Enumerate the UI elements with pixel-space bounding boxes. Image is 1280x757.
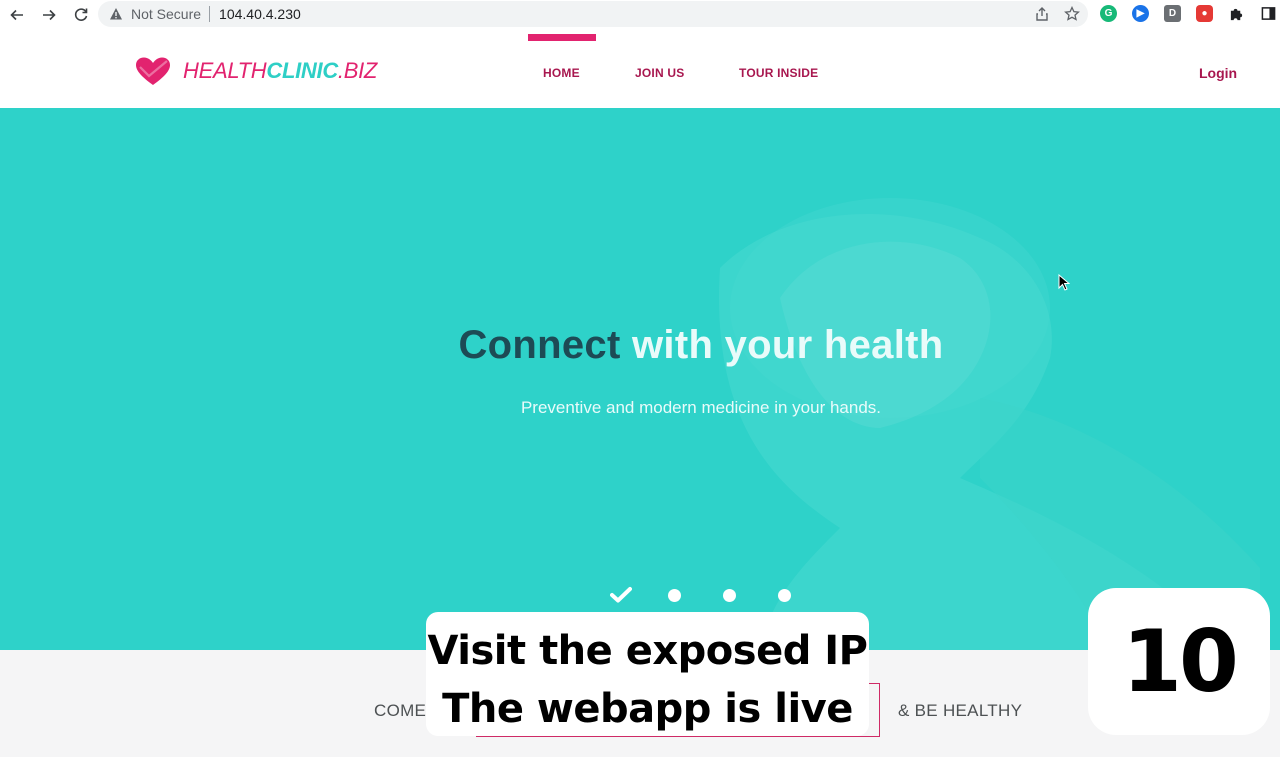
- grammarly-icon[interactable]: G: [1100, 5, 1117, 22]
- security-label[interactable]: Not Secure: [131, 6, 201, 22]
- caption-line-1: Visit the exposed IP: [427, 628, 868, 674]
- address-bar[interactable]: Not Secure 104.40.4.230: [98, 1, 1088, 27]
- step-number-badge: 10: [1088, 588, 1270, 735]
- nav-active-indicator: [528, 34, 596, 41]
- slide-3-dot[interactable]: [723, 588, 736, 602]
- back-icon[interactable]: [6, 4, 28, 26]
- nav-tour-inside[interactable]: TOUR INSIDE: [739, 66, 818, 80]
- strip-text-right: & BE HEALTHY: [898, 701, 1023, 720]
- hero-title: Connect with your health: [0, 323, 1280, 368]
- video-caption: Visit the exposed IP The webapp is live: [426, 612, 869, 736]
- logo-text: HEALTHCLINIC.BIZ: [183, 58, 377, 84]
- hero-subtitle: Preventive and modern medicine in your h…: [520, 398, 882, 417]
- warning-icon: [109, 7, 123, 21]
- reload-icon[interactable]: [70, 4, 92, 26]
- hero-title-rest: with your health: [632, 323, 944, 367]
- url-text[interactable]: 104.40.4.230: [219, 6, 301, 22]
- logo-text-biz: .BIZ: [337, 58, 378, 83]
- hero-slider: Connect with your health Preventive and …: [0, 108, 1280, 650]
- nav-home[interactable]: HOME: [543, 66, 580, 80]
- strip-text-left: COME: [374, 701, 427, 720]
- slide-4-dot[interactable]: [778, 588, 791, 602]
- site-logo[interactable]: HEALTHCLINIC.BIZ: [134, 56, 377, 86]
- slide-2-dot[interactable]: [668, 588, 681, 602]
- puzzle-extensions-icon[interactable]: [1228, 5, 1245, 22]
- side-panel-icon[interactable]: [1260, 5, 1277, 22]
- hero-title-connect: Connect: [458, 323, 621, 367]
- browser-toolbar: Not Secure 104.40.4.230 G ▶ D ●: [0, 0, 1280, 30]
- extension-blue-icon[interactable]: ▶: [1132, 5, 1149, 22]
- slide-1-check-icon[interactable]: [610, 586, 632, 604]
- share-icon[interactable]: [1034, 6, 1050, 25]
- bookmark-star-icon[interactable]: [1064, 5, 1080, 25]
- site-header: HEALTHCLINIC.BIZ HOME JOIN US TOUR INSID…: [0, 32, 1280, 108]
- logo-text-health: HEALTH: [183, 58, 267, 83]
- mouse-cursor-icon: [1058, 274, 1070, 291]
- caption-line-2: The webapp is live: [442, 686, 853, 732]
- step-number: 10: [1122, 611, 1239, 712]
- forward-icon[interactable]: [38, 4, 60, 26]
- logo-text-clinic: CLINIC: [266, 58, 338, 83]
- nav-join-us[interactable]: JOIN US: [635, 66, 684, 80]
- extension-d-icon[interactable]: D: [1164, 5, 1181, 22]
- heart-logo-icon: [136, 57, 170, 85]
- slider-pagination: [610, 586, 833, 604]
- extension-red-icon[interactable]: ●: [1196, 5, 1213, 22]
- login-link[interactable]: Login: [1199, 65, 1237, 81]
- address-divider: [209, 6, 211, 22]
